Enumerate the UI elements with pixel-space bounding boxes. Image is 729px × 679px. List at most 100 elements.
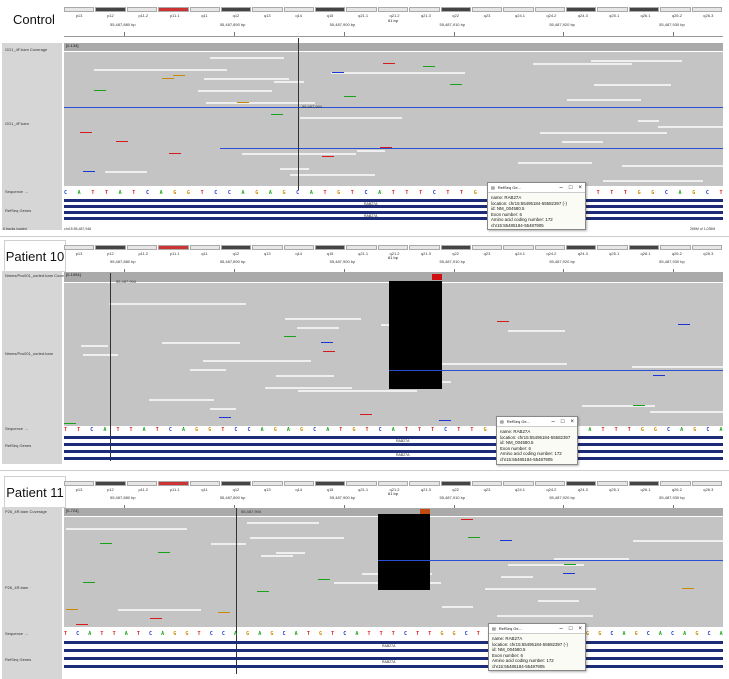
minimize-icon[interactable]: – xyxy=(552,419,555,425)
ideogram-band-label: q24.3 xyxy=(577,487,588,492)
chromosome-ideogram[interactable]: p13 p12 p11.2 p11.1 q11 q12 q13 q14 q15 q21.1 q21.… xyxy=(64,480,723,492)
mismatch-mark xyxy=(564,564,577,565)
coverage-track-label[interactable]: Nimes/Pcs001_sorted.bam Cover xyxy=(5,273,65,278)
genes-track-label[interactable]: RefSeq Genes xyxy=(5,443,31,448)
ideogram-band xyxy=(346,245,377,250)
coverage-track-label[interactable]: GG1_4F.bam Coverage xyxy=(5,47,47,52)
ruler-tick xyxy=(343,32,345,36)
sequence-base: T xyxy=(350,189,354,196)
refseq-genes-track[interactable]: RAB27A RAB27A xyxy=(64,197,723,223)
sequence-base: G xyxy=(473,189,477,196)
read-gap xyxy=(210,57,284,59)
sequence-base: C xyxy=(464,630,468,637)
sequence-base: T xyxy=(627,426,631,433)
mismatch-mark xyxy=(632,405,645,406)
read-gap xyxy=(105,171,148,173)
read-gap xyxy=(190,369,227,371)
ideogram-band-label: q24.2 xyxy=(546,251,557,256)
sequence-base: T xyxy=(405,189,409,196)
popup-title: RefSeq Ge... xyxy=(497,185,521,190)
sequence-track[interactable]: TCATTATCAGGTCCAGAGCATGTCATTTCTTGGCTTAGAA… xyxy=(64,630,723,637)
mismatch-mark xyxy=(318,579,331,580)
coverage-track-label[interactable]: P26_4R.bam Coverage xyxy=(5,509,47,514)
mismatch-mark xyxy=(682,588,695,589)
reads-track-label[interactable]: GG1_4F.bam xyxy=(5,121,29,126)
maximize-icon[interactable]: □ xyxy=(569,626,573,632)
sequence-base: G xyxy=(282,189,286,196)
ideogram-band-label: q24.2 xyxy=(546,487,557,492)
sequence-base: T xyxy=(596,189,600,196)
ideogram-band-label: q26.1 xyxy=(640,13,651,18)
ideogram-band-label: p12 xyxy=(107,13,114,18)
genes-track-label[interactable]: RefSeq Genes xyxy=(5,657,31,662)
reads-track-label[interactable]: Nimes/Pcs001_sorted.bam xyxy=(5,351,53,356)
read-gap xyxy=(594,84,671,86)
refseq-icon: ▤ xyxy=(500,419,504,424)
sequence-base: G xyxy=(352,426,356,433)
chromosome-ideogram[interactable]: p13 p12 p11.2 p11.1 q11 q12 q13 q14 q15 q21.1 q21.… xyxy=(64,6,723,18)
ideogram-band xyxy=(283,245,315,250)
ideogram-band-label: q24.2 xyxy=(546,13,557,18)
sequence-track-label[interactable]: Sequence → xyxy=(5,426,28,431)
chromosome-ideogram[interactable]: p13 p12 p11.2 p11.1 q11 q12 q13 q14 q15 q21.1 q21.… xyxy=(64,244,723,256)
mismatch-mark xyxy=(82,171,95,172)
read-gap xyxy=(637,120,659,122)
maximize-icon[interactable]: □ xyxy=(569,185,573,191)
sequence-base: C xyxy=(378,426,382,433)
sequence-base: A xyxy=(294,630,298,637)
sequence-base: A xyxy=(233,630,237,637)
read-gap xyxy=(279,168,309,170)
ideogram-band-label: q26.2 xyxy=(671,13,682,18)
minimize-icon[interactable]: – xyxy=(560,185,563,191)
gene-info-popup[interactable]: ▤ RefSeq Ge... – □ × name: RAB27A location: … xyxy=(496,416,578,465)
ideogram-band-label: q14 xyxy=(295,251,303,256)
ideogram-band xyxy=(346,7,377,12)
sequence-base: A xyxy=(124,630,128,637)
genes-track-label[interactable]: RefSeq Genes xyxy=(5,208,31,213)
gene-info-popup[interactable]: ▤ RefSeq Ge... – □ × name: RAB27A location: … xyxy=(487,182,586,230)
sequence-base: T xyxy=(155,426,159,433)
refseq-genes-track[interactable]: RAB27A RAB27A xyxy=(64,434,723,462)
gene-info-popup[interactable]: ▤ RefSeq Ge... – □ × name: RAB27A location: … xyxy=(488,623,586,671)
sequence-track-label[interactable]: Sequence → xyxy=(5,631,28,636)
sequence-base: A xyxy=(391,426,395,433)
ideogram-band xyxy=(158,245,189,250)
ruler[interactable]: 55,487,880 bp 55,487,890 bp 55,487,900 bp 5… xyxy=(64,22,723,37)
ideogram-band-label: p12 xyxy=(107,487,114,492)
sequence-base: C xyxy=(64,189,68,196)
sequence-base: T xyxy=(112,630,116,637)
sequence-base: A xyxy=(260,426,264,433)
refseq-genes-track[interactable]: RAB27A RAB27A xyxy=(64,639,723,671)
maximize-icon[interactable]: □ xyxy=(561,419,565,425)
minimize-icon[interactable]: – xyxy=(560,626,563,632)
sequence-base: T xyxy=(64,426,68,433)
sequence-base: C xyxy=(432,189,436,196)
sequence-base: T xyxy=(339,426,343,433)
close-icon[interactable]: × xyxy=(578,185,582,191)
close-icon[interactable]: × xyxy=(578,626,582,632)
sequence-track[interactable]: TTCATTATCAGGTCCAGAGCATGTCATTTCTTGGCTTAGA… xyxy=(64,426,723,433)
read-gap xyxy=(210,408,237,410)
coverage-track[interactable]: [0-134] xyxy=(64,43,723,51)
mismatch-mark xyxy=(449,84,462,85)
sequence-base: G xyxy=(640,426,644,433)
sequence-track[interactable]: CATTATCAGGTCCAGAGCATGTCATTTCTTGGCTTAGAAT… xyxy=(64,189,723,196)
sequence-base: T xyxy=(470,426,474,433)
sequence-base: T xyxy=(614,426,618,433)
read-gap xyxy=(94,69,227,71)
mismatch-mark xyxy=(383,63,396,64)
sequence-base: T xyxy=(460,189,464,196)
sequence-base: A xyxy=(142,426,146,433)
ideogram-band-label: q14 xyxy=(295,487,303,492)
popup-title: RefSeq Ge... xyxy=(498,626,522,631)
sequence-base: C xyxy=(145,189,149,196)
reads-track-label[interactable]: P26_4R.bam xyxy=(5,585,28,590)
ideogram-band xyxy=(189,481,220,486)
sequence-track-label[interactable]: Sequence → xyxy=(5,189,28,194)
close-icon[interactable]: × xyxy=(570,419,574,425)
ideogram-band xyxy=(283,481,315,486)
alignment-track[interactable] xyxy=(64,52,723,186)
sequence-base: G xyxy=(651,189,655,196)
center-position-label: 55,487,904 xyxy=(302,104,323,109)
ideogram-band xyxy=(95,245,126,250)
